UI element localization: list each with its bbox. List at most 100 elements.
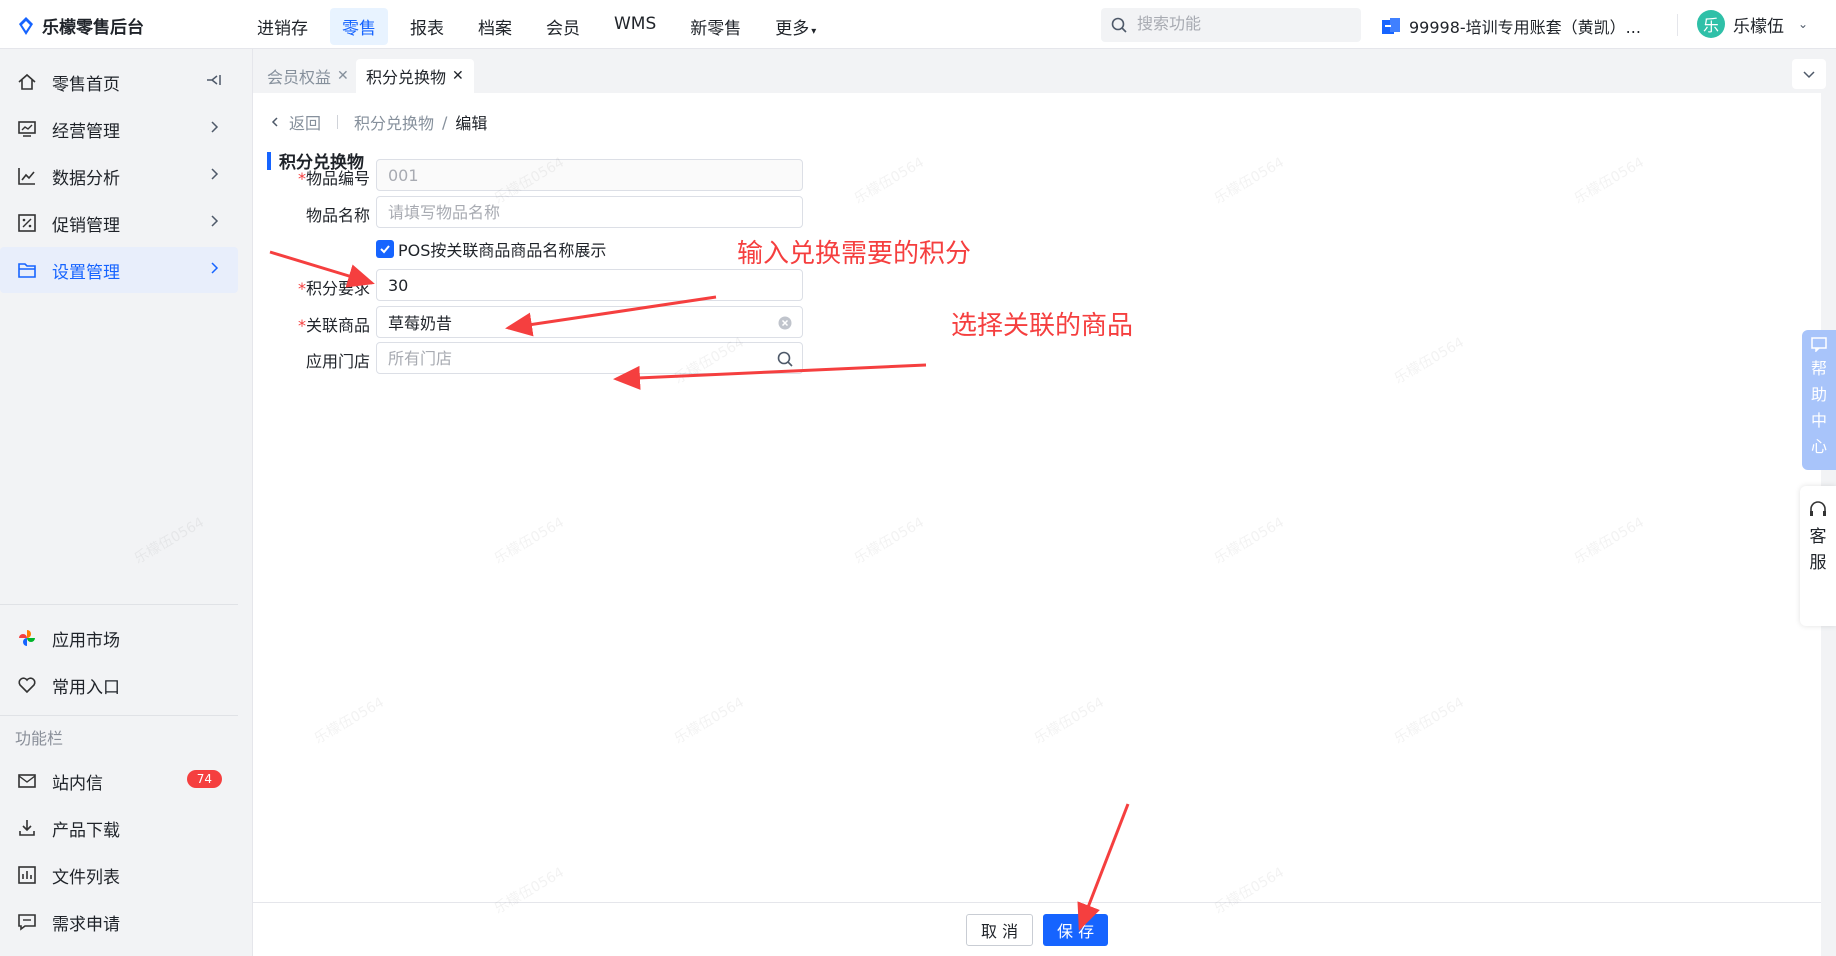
top-nav-item-archive[interactable]: 档案	[466, 8, 524, 45]
breadcrumb-parent[interactable]: 积分兑换物	[354, 110, 434, 134]
chevron-left-icon[interactable]	[269, 116, 281, 128]
search-box[interactable]	[1101, 8, 1361, 42]
tab-points-exchange[interactable]: 积分兑换物 ✕	[356, 59, 474, 93]
sidebar-item-downloads[interactable]: 产品下载	[0, 805, 238, 851]
help-char: 中	[1810, 411, 1827, 430]
item-name-input[interactable]	[386, 201, 793, 223]
sidebar-item-label: 数据分析	[52, 168, 120, 189]
pos-display-checkbox[interactable]	[376, 240, 394, 258]
pos-display-label: POS按关联商品商品名称展示	[398, 241, 607, 260]
top-nav-item-new-retail[interactable]: 新零售	[678, 8, 753, 45]
sidebar-item-data-analysis[interactable]: 数据分析	[0, 153, 238, 199]
back-link[interactable]: 返回	[289, 110, 321, 134]
item-code-label: *物品编号	[253, 165, 370, 189]
search-input[interactable]	[1135, 15, 1345, 35]
unread-badge: 74	[186, 770, 222, 788]
points-field[interactable]	[376, 269, 803, 301]
tab-list-toggle[interactable]	[1792, 59, 1826, 89]
chevron-right-icon	[211, 168, 219, 180]
sidebar: 零售首页 经营管理 数据分析 促销管理 设置管理 应用市场 常用入口 功能栏 站…	[0, 49, 253, 956]
tab-label: 积分兑换物	[366, 68, 447, 87]
account-switcher[interactable]: 99998-培训专用账套（黄凯）...	[1381, 14, 1641, 38]
caret-down-icon: ▾	[811, 26, 817, 37]
breadcrumb-separator: /	[442, 112, 448, 132]
top-nav-item-more[interactable]: 更多 ▾	[763, 8, 828, 45]
chevron-right-icon	[211, 121, 219, 133]
related-product-field[interactable]	[376, 306, 803, 338]
collapse-sidebar-icon[interactable]	[206, 72, 222, 88]
sidebar-item-label: 促销管理	[52, 215, 120, 236]
store-field[interactable]	[376, 342, 803, 374]
monitor-icon	[16, 118, 38, 140]
help-char: 帮	[1810, 359, 1827, 378]
discount-icon	[16, 212, 38, 234]
customer-service-label: 客 服	[1810, 524, 1827, 576]
sidebar-item-app-market[interactable]: 应用市场	[0, 615, 238, 661]
sidebar-section-title: 功能栏	[15, 729, 64, 748]
points-input[interactable]	[386, 274, 793, 296]
headset-icon	[1810, 501, 1826, 516]
close-icon[interactable]: ✕	[337, 68, 349, 84]
required-mark: *	[297, 279, 306, 298]
related-product-input[interactable]	[386, 311, 793, 333]
top-nav: 进销存 零售 报表 档案 会员 WMS 新零售 更多 ▾	[245, 8, 828, 45]
sidebar-divider	[0, 715, 238, 716]
help-char: 助	[1810, 385, 1827, 404]
folder-icon	[16, 259, 38, 281]
mail-icon	[16, 770, 38, 792]
sidebar-item-messages[interactable]: 站内信 74	[0, 758, 238, 804]
cs-char: 服	[1809, 553, 1827, 573]
sidebar-item-label: 文件列表	[52, 867, 120, 888]
breadcrumb-current: 编辑	[455, 114, 488, 133]
help-center-button[interactable]: 帮 助 中 心	[1802, 330, 1836, 470]
sidebar-divider	[0, 604, 238, 605]
search-icon[interactable]	[777, 351, 793, 367]
sidebar-item-favorites[interactable]: 常用入口	[0, 662, 238, 708]
sidebar-item-operations[interactable]: 经营管理	[0, 106, 238, 152]
more-label: 更多	[775, 19, 810, 39]
chevron-down-icon: ⌄	[1798, 17, 1809, 31]
sidebar-item-retail-home[interactable]: 零售首页	[0, 59, 238, 105]
top-nav-item-wms[interactable]: WMS	[602, 8, 668, 45]
user-menu[interactable]: 乐 乐檬伍 ⌄	[1697, 10, 1808, 38]
store-input[interactable]	[386, 347, 793, 369]
points-label: *积分要求	[253, 275, 370, 299]
brand[interactable]: 乐檬零售后台	[16, 13, 144, 38]
download-icon	[16, 817, 38, 839]
sidebar-item-requests[interactable]: 需求申请	[0, 899, 238, 945]
item-name-field[interactable]	[376, 196, 803, 228]
chevron-right-icon	[211, 215, 219, 227]
user-name: 乐檬伍	[1733, 16, 1784, 37]
sidebar-item-settings[interactable]: 设置管理	[0, 247, 238, 293]
pos-display-checkbox-row[interactable]: POS按关联商品商品名称展示	[376, 237, 606, 261]
sidebar-item-promotion[interactable]: 促销管理	[0, 200, 238, 246]
divider	[1677, 14, 1678, 36]
tab-member-benefits[interactable]: 会员权益 ✕	[257, 59, 359, 93]
tab-label: 会员权益	[267, 68, 332, 87]
sidebar-item-file-list[interactable]: 文件列表	[0, 852, 238, 898]
annotation-product-hint: 选择关联的商品	[951, 311, 1134, 341]
customer-service-button[interactable]: 客 服	[1800, 486, 1836, 626]
help-center-label: 帮 助 中 心	[1811, 356, 1827, 460]
help-char: 心	[1810, 437, 1827, 456]
cs-char: 客	[1809, 527, 1827, 547]
avatar: 乐	[1697, 10, 1725, 38]
top-bar: 乐檬零售后台 进销存 零售 报表 档案 会员 WMS 新零售 更多▾ 99998…	[0, 0, 1836, 49]
chevron-right-icon	[211, 262, 219, 274]
sidebar-item-label: 需求申请	[52, 914, 120, 935]
save-button[interactable]: 保 存	[1043, 914, 1109, 946]
top-nav-item-member[interactable]: 会员	[534, 8, 592, 45]
cancel-button[interactable]: 取 消	[966, 914, 1034, 946]
required-mark: *	[297, 169, 306, 188]
clear-icon[interactable]	[777, 315, 793, 331]
related-product-label: *关联商品	[253, 312, 370, 336]
top-nav-item-reports[interactable]: 报表	[398, 8, 456, 45]
form-footer: 取 消 保 存	[253, 902, 1821, 956]
top-nav-item-retail[interactable]: 零售	[330, 8, 388, 45]
item-code-input[interactable]	[386, 164, 793, 186]
file-list-icon	[16, 864, 38, 886]
chevron-down-icon	[1803, 71, 1815, 79]
top-nav-item-inventory[interactable]: 进销存	[245, 8, 320, 45]
close-icon[interactable]: ✕	[452, 68, 464, 84]
item-code-field[interactable]	[376, 159, 803, 191]
